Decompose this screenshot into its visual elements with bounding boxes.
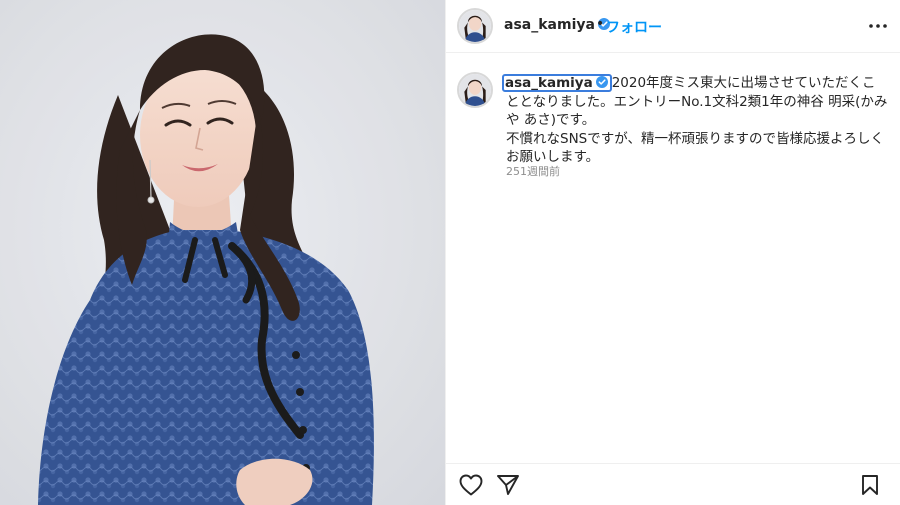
more-options-icon[interactable]	[867, 16, 889, 36]
follow-button[interactable]: フォロー	[606, 17, 662, 37]
bookmark-icon[interactable]	[861, 474, 887, 498]
post-photo[interactable]	[0, 0, 445, 505]
post-actions-bar	[446, 463, 900, 505]
post-header: asa_kamiya • フォロー	[446, 0, 900, 53]
caption-username-text: asa_kamiya	[505, 75, 593, 91]
avatar-photo-icon	[459, 10, 491, 42]
caption-line-2: 不慣れなSNSですが、精一杯頑張りますので皆様応援よろしくお願いします。	[506, 130, 884, 166]
avatar-photo-icon	[459, 74, 491, 106]
caption-author-avatar[interactable]	[457, 72, 493, 108]
header-separator: •	[596, 16, 605, 32]
instagram-post: asa_kamiya • フォロー asa_kamiya 2020年度ミス東大に…	[0, 0, 900, 505]
author-username-text: asa_kamiya	[504, 17, 595, 33]
author-avatar[interactable]	[457, 8, 493, 44]
caption-text: asa_kamiya 2020年度ミス東大に出場させていただくこととなりました。エ…	[502, 74, 888, 167]
caption-username[interactable]: asa_kamiya	[502, 74, 612, 92]
paper-plane-icon[interactable]	[496, 474, 522, 498]
post-side-panel: asa_kamiya • フォロー asa_kamiya 2020年度ミス東大に…	[445, 0, 900, 505]
verified-badge-icon	[595, 76, 608, 88]
heart-icon[interactable]	[459, 474, 485, 498]
portrait-image	[0, 0, 445, 505]
post-timestamp[interactable]: 251週間前	[506, 163, 560, 179]
author-username[interactable]: asa_kamiya	[504, 17, 610, 33]
